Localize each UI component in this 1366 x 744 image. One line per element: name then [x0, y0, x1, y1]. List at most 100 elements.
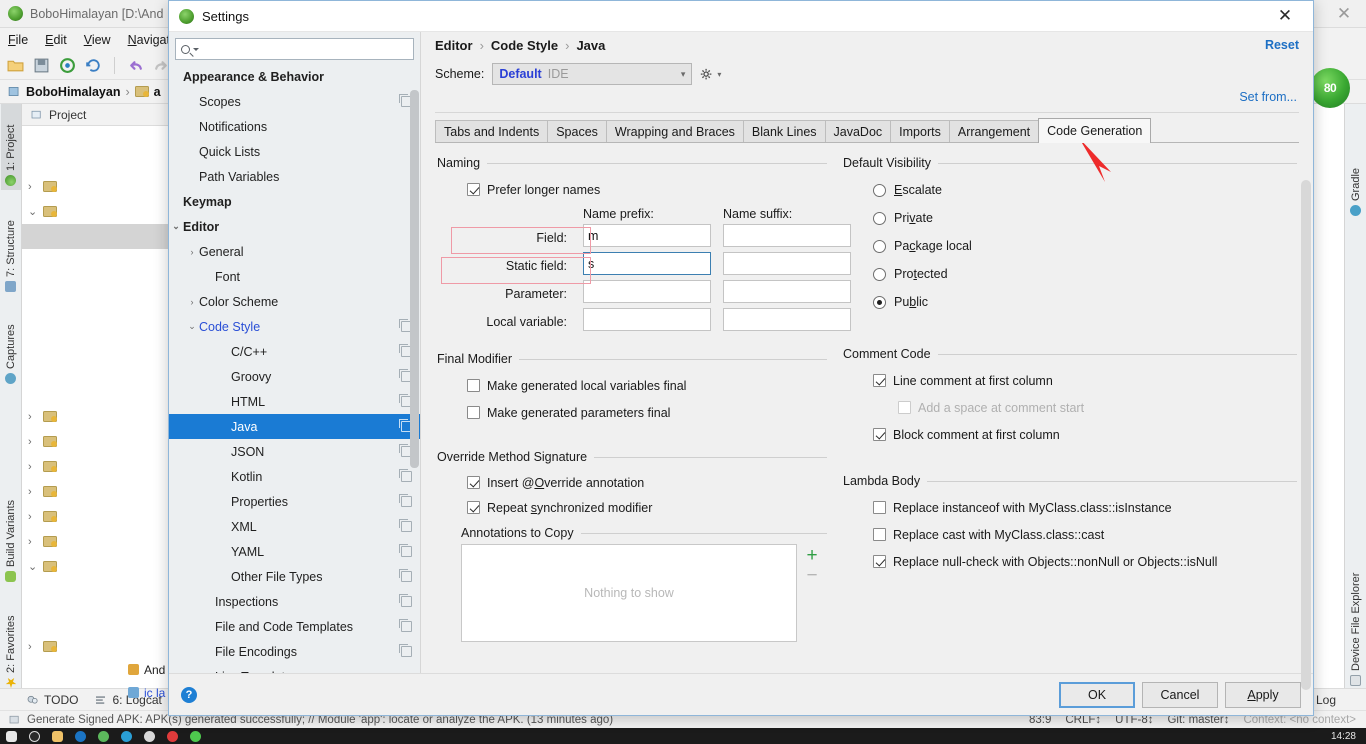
- settings-nav-item-general[interactable]: › General: [169, 239, 420, 264]
- gear-dropdown-arrow-icon[interactable]: ▾: [717, 70, 721, 79]
- project-tree-row[interactable]: ›: [22, 479, 172, 504]
- project-tree-row[interactable]: [22, 224, 172, 249]
- tree-toggle-icon[interactable]: ›: [28, 511, 38, 523]
- local-variable-suffix-input[interactable]: [723, 308, 851, 331]
- copy-scheme-icon[interactable]: [399, 469, 412, 482]
- scheme-select[interactable]: Default IDE ▾: [492, 63, 693, 85]
- open-folder-icon[interactable]: [7, 57, 24, 74]
- settings-nav-item-file-and-code-templates[interactable]: File and Code Templates: [169, 614, 420, 639]
- local-variable-prefix-input[interactable]: [583, 308, 711, 331]
- settings-nav-item-java[interactable]: Java: [169, 414, 420, 439]
- chevron-right-icon[interactable]: ›: [185, 297, 199, 307]
- tree-toggle-icon[interactable]: ›: [28, 461, 38, 473]
- parameter-prefix-input[interactable]: [583, 280, 711, 303]
- tab-imports[interactable]: Imports: [890, 120, 950, 143]
- visibility-public-row[interactable]: Public: [843, 288, 1297, 316]
- tab-arrangement[interactable]: Arrangement: [948, 120, 1040, 143]
- project-tree-row[interactable]: ›: [22, 404, 172, 429]
- taskbar-app3-icon[interactable]: [190, 730, 201, 742]
- tab-javadoc[interactable]: JavaDoc: [824, 120, 892, 143]
- replace-cast-checkbox[interactable]: [873, 528, 886, 541]
- close-icon[interactable]: ✕: [1263, 1, 1307, 31]
- taskbar-start-icon[interactable]: [6, 730, 17, 742]
- visibility-protected-radio[interactable]: [873, 267, 886, 281]
- ok-button[interactable]: OK: [1059, 681, 1135, 708]
- copy-scheme-icon[interactable]: [399, 544, 412, 557]
- visibility-escalate-radio[interactable]: [873, 183, 886, 197]
- chevron-down-icon[interactable]: ⌄: [185, 321, 199, 332]
- settings-nav-item-html[interactable]: HTML: [169, 389, 420, 414]
- settings-nav-item-appearance-behavior[interactable]: Appearance & Behavior: [169, 64, 420, 89]
- remove-annotation-button[interactable]: −: [806, 566, 817, 585]
- settings-nav-item-path-variables[interactable]: Path Variables: [169, 164, 420, 189]
- chevron-down-icon[interactable]: [193, 47, 199, 51]
- settings-nav-item-color-scheme[interactable]: › Color Scheme: [169, 289, 420, 314]
- gear-icon[interactable]: [700, 68, 713, 81]
- search-box[interactable]: [175, 38, 414, 60]
- make-params-final-row[interactable]: Make generated parameters final: [437, 399, 827, 426]
- repeat-synchronized-checkbox[interactable]: [467, 501, 480, 514]
- tree-toggle-icon[interactable]: ⌄: [28, 205, 38, 218]
- tool-tab-gradle[interactable]: Gradle: [1346, 148, 1366, 220]
- settings-nav-item-groovy[interactable]: Groovy: [169, 364, 420, 389]
- replace-cast-row[interactable]: Replace cast with MyClass.class::cast: [843, 521, 1297, 548]
- add-annotation-button[interactable]: +: [806, 546, 817, 565]
- apply-button[interactable]: Apply: [1225, 681, 1301, 708]
- project-tree-row[interactable]: ›: [22, 429, 172, 454]
- tree-toggle-icon[interactable]: ⌄: [28, 560, 38, 573]
- make-params-final-checkbox[interactable]: [467, 406, 480, 419]
- prefer-longer-names-row[interactable]: Prefer longer names: [437, 176, 827, 203]
- tree-toggle-icon[interactable]: ›: [28, 411, 38, 423]
- settings-nav-item-properties[interactable]: Properties: [169, 489, 420, 514]
- taskbar-explorer-icon[interactable]: [52, 730, 63, 742]
- tab-spaces[interactable]: Spaces: [547, 120, 607, 143]
- menu-view[interactable]: View: [84, 33, 111, 47]
- replace-null-check-checkbox[interactable]: [873, 555, 886, 568]
- copy-scheme-icon[interactable]: [399, 494, 412, 507]
- settings-nav-item-xml[interactable]: XML: [169, 514, 420, 539]
- taskbar-app1-icon[interactable]: [144, 730, 155, 742]
- line-comment-first-column-row[interactable]: Line comment at first column: [843, 367, 1297, 394]
- project-tree-row[interactable]: ›: [22, 504, 172, 529]
- repeat-synchronized-row[interactable]: Repeat synchronized modifier: [437, 495, 827, 520]
- settings-nav-item-keymap[interactable]: Keymap: [169, 189, 420, 214]
- field-prefix-input[interactable]: [583, 224, 711, 247]
- save-icon[interactable]: [33, 57, 50, 74]
- search-input[interactable]: [202, 42, 413, 56]
- tab-tabs-and-indents[interactable]: Tabs and Indents: [435, 120, 549, 143]
- copy-scheme-icon[interactable]: [399, 519, 412, 532]
- tab-blank-lines[interactable]: Blank Lines: [742, 120, 826, 143]
- project-tree-row[interactable]: ⌄: [22, 554, 172, 579]
- tree-toggle-icon[interactable]: ›: [28, 181, 38, 193]
- breadcrumb-module[interactable]: a: [154, 85, 161, 99]
- tab-wrapping-and-braces[interactable]: Wrapping and Braces: [605, 120, 744, 143]
- project-tree-row[interactable]: ›: [22, 529, 172, 554]
- status-tab-todo[interactable]: TODO: [26, 693, 78, 707]
- tree-toggle-icon[interactable]: ›: [28, 436, 38, 448]
- project-tree-row[interactable]: ›: [22, 454, 172, 479]
- static-field-suffix-input[interactable]: [723, 252, 851, 275]
- prefer-longer-names-checkbox[interactable]: [467, 183, 480, 196]
- visibility-private-radio[interactable]: [873, 211, 886, 225]
- visibility-private-row[interactable]: Private: [843, 204, 1297, 232]
- settings-nav-item-other-file-types[interactable]: Other File Types: [169, 564, 420, 589]
- set-from-link[interactable]: Set from...: [1239, 90, 1297, 110]
- nav-scrollbar[interactable]: [410, 90, 419, 468]
- tool-tab-project[interactable]: 1: Project: [1, 104, 21, 190]
- field-suffix-input[interactable]: [723, 224, 851, 247]
- status-tab-log[interactable]: Log: [1316, 693, 1336, 707]
- settings-nav-item-yaml[interactable]: YAML: [169, 539, 420, 564]
- visibility-package-local-radio[interactable]: [873, 239, 886, 253]
- settings-nav-item-code-style[interactable]: ⌄ Code Style: [169, 314, 420, 339]
- tool-tab-build-variants[interactable]: Build Variants: [1, 476, 21, 586]
- make-local-vars-final-row[interactable]: Make generated local variables final: [437, 372, 827, 399]
- line-comment-first-column-checkbox[interactable]: [873, 374, 886, 387]
- settings-nav-item-c-c[interactable]: C/C++: [169, 339, 420, 364]
- taskbar-android-studio-icon[interactable]: [98, 730, 109, 742]
- copy-scheme-icon[interactable]: [399, 569, 412, 582]
- tool-tab-device-file-explorer[interactable]: Device File Explorer: [1346, 552, 1366, 690]
- chevron-right-icon[interactable]: ›: [185, 247, 199, 257]
- tool-tab-captures[interactable]: Captures: [1, 302, 21, 388]
- taskbar-edge-icon[interactable]: [121, 730, 132, 742]
- block-comment-first-column-row[interactable]: Block comment at first column: [843, 421, 1297, 448]
